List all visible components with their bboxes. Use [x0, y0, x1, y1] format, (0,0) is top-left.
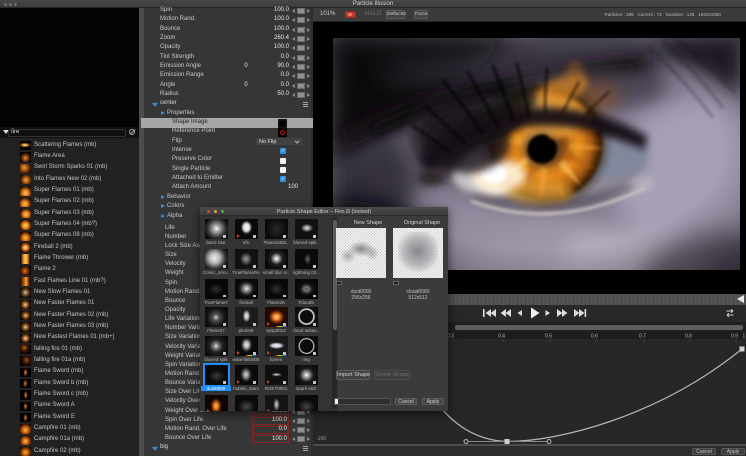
svg-text:0.4: 0.4	[498, 333, 505, 339]
svg-text:0.9: 0.9	[731, 333, 738, 339]
svg-text:0.8: 0.8	[685, 333, 692, 339]
svg-text:0.3: 0.3	[447, 333, 454, 339]
svg-text:0.5: 0.5	[545, 333, 552, 339]
svg-text:-100: -100	[316, 436, 326, 442]
svg-text:0.6: 0.6	[591, 333, 598, 339]
svg-text:0.7: 0.7	[639, 333, 646, 339]
svg-text:1: 1	[743, 333, 746, 339]
